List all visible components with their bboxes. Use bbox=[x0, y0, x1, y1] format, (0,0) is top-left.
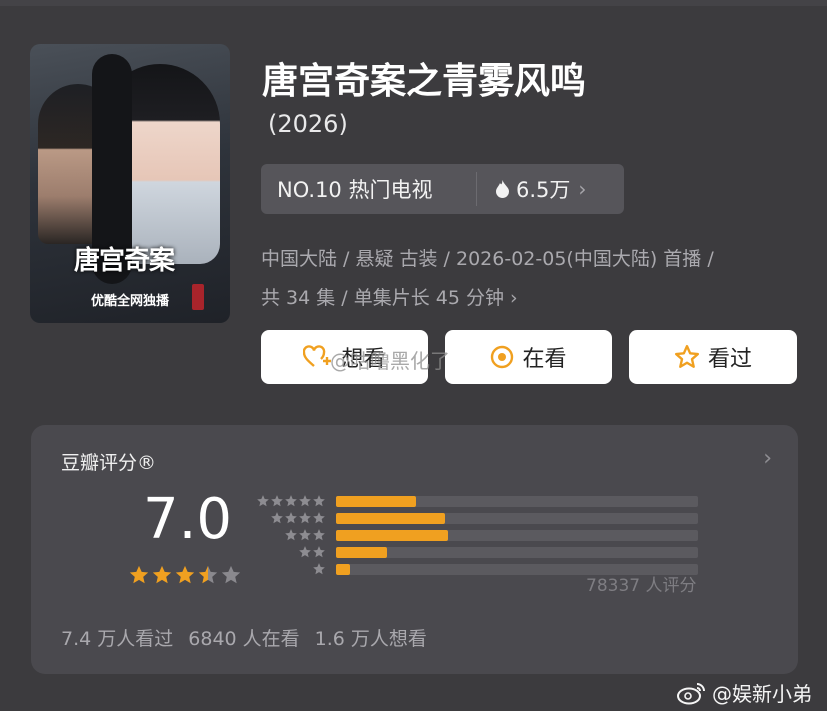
distribution-row bbox=[256, 509, 698, 526]
rating-score: 7.0 bbox=[143, 487, 233, 552]
rating-panel[interactable]: 豆瓣评分® › 7.0 78337 人评分 7.4 万人看过 6840 人在看 1.… bbox=[31, 425, 798, 674]
star-icon bbox=[285, 494, 297, 506]
source-credit: @娱新小弟 bbox=[676, 678, 812, 707]
star-icon bbox=[313, 545, 325, 557]
star-icon bbox=[299, 545, 311, 557]
heat-indicator[interactable]: 6.5万 › bbox=[477, 174, 586, 204]
release-year: (2026) bbox=[268, 110, 348, 138]
rating-distribution bbox=[256, 492, 698, 577]
star-icon bbox=[175, 565, 195, 584]
weibo-icon bbox=[677, 682, 705, 704]
star-icon bbox=[285, 511, 297, 523]
chevron-right-icon[interactable]: › bbox=[763, 446, 772, 471]
star-icon bbox=[299, 511, 311, 523]
distribution-row bbox=[256, 526, 698, 543]
watched-button[interactable]: 看过 bbox=[629, 330, 797, 384]
star-icon bbox=[129, 565, 149, 584]
row-stars bbox=[256, 545, 326, 559]
star-icon bbox=[285, 528, 297, 540]
star-icon bbox=[271, 494, 283, 506]
audience-stats: 7.4 万人看过 6840 人在看 1.6 万人想看 bbox=[61, 624, 442, 651]
meta-line-2[interactable]: 共 34 集 / 单集片长 45 分钟 › bbox=[261, 283, 801, 310]
bar-fill bbox=[336, 547, 387, 558]
rating-count: 78337 人评分 bbox=[586, 576, 697, 596]
credit-text: @娱新小弟 bbox=[712, 682, 812, 706]
star-icon bbox=[198, 565, 218, 584]
poster[interactable]: 唐宫奇案 优酷全网独播 bbox=[30, 44, 230, 323]
meta-line-1: 中国大陆 / 悬疑 古装 / 2026-02-05(中国大陆) 首播 / bbox=[261, 248, 714, 270]
poster-subtitle: 优酷全网独播 bbox=[90, 294, 169, 309]
want-to-watch-button[interactable]: 想看 bbox=[261, 330, 428, 384]
star-icon bbox=[299, 528, 311, 540]
star-outline-icon bbox=[674, 344, 700, 368]
distribution-row bbox=[256, 543, 698, 560]
star-icon bbox=[313, 511, 325, 523]
audience-stat: 1.6 万人想看 bbox=[314, 628, 427, 650]
star-rating bbox=[128, 564, 243, 586]
row-stars bbox=[256, 528, 326, 542]
distribution-row bbox=[256, 492, 698, 509]
watched-label: 看过 bbox=[707, 347, 752, 372]
flame-icon bbox=[496, 180, 509, 198]
row-stars bbox=[256, 494, 326, 508]
page-title: 唐宫奇案之青雾风鸣 bbox=[262, 61, 587, 102]
bar-fill bbox=[336, 564, 351, 575]
top-divider bbox=[0, 0, 827, 6]
row-stars bbox=[256, 562, 326, 576]
rating-title: 豆瓣评分® bbox=[61, 452, 157, 474]
heat-value: 6.5万 bbox=[516, 178, 571, 202]
star-icon bbox=[313, 562, 325, 574]
watching-label: 在看 bbox=[522, 347, 567, 372]
bar-fill bbox=[336, 496, 416, 507]
watching-button[interactable]: 在看 bbox=[445, 330, 612, 384]
bar-track bbox=[336, 530, 698, 541]
want-label: 想看 bbox=[341, 347, 386, 372]
watching-icon bbox=[491, 345, 514, 369]
distribution-row bbox=[256, 560, 698, 577]
bar-track bbox=[336, 513, 698, 524]
star-icon bbox=[271, 511, 283, 523]
poster-title-art: 唐宫奇案 bbox=[74, 246, 175, 276]
audience-stat: 6840 人在看 bbox=[188, 628, 300, 650]
bar-track bbox=[336, 547, 698, 558]
star-icon bbox=[257, 494, 269, 506]
rank-label: NO.10 热门电视 bbox=[277, 178, 433, 202]
star-icon bbox=[299, 494, 311, 506]
star-icon bbox=[152, 565, 172, 584]
heart-plus-icon bbox=[303, 345, 332, 367]
star-icon bbox=[221, 565, 241, 584]
star-icon bbox=[313, 528, 325, 540]
meta-line-2-text: 共 34 集 / 单集片长 45 分钟 bbox=[261, 287, 504, 309]
bar-fill bbox=[336, 530, 449, 541]
bar-track bbox=[336, 496, 698, 507]
chevron-right-icon: › bbox=[578, 177, 587, 201]
rank-badge[interactable]: NO.10 热门电视 6.5万 › bbox=[261, 164, 624, 214]
audience-stat: 7.4 万人看过 bbox=[61, 628, 174, 650]
bar-fill bbox=[336, 513, 445, 524]
chevron-right-icon: › bbox=[510, 287, 518, 309]
row-stars bbox=[256, 511, 326, 525]
star-icon bbox=[313, 494, 325, 506]
